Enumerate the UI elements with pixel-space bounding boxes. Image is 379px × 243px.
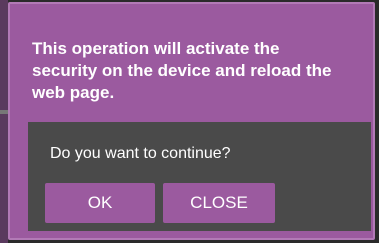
dialog-action-panel: Do you want to continue? OK CLOSE	[28, 122, 371, 231]
close-button[interactable]: CLOSE	[163, 183, 275, 223]
confirmation-dialog: This operation will activate the securit…	[8, 2, 375, 240]
dialog-message: This operation will activate the securit…	[32, 39, 332, 102]
backdrop-divider	[0, 110, 8, 114]
ok-button[interactable]: OK	[45, 183, 155, 223]
dialog-question: Do you want to continue?	[50, 145, 231, 162]
backdrop	[0, 0, 8, 243]
